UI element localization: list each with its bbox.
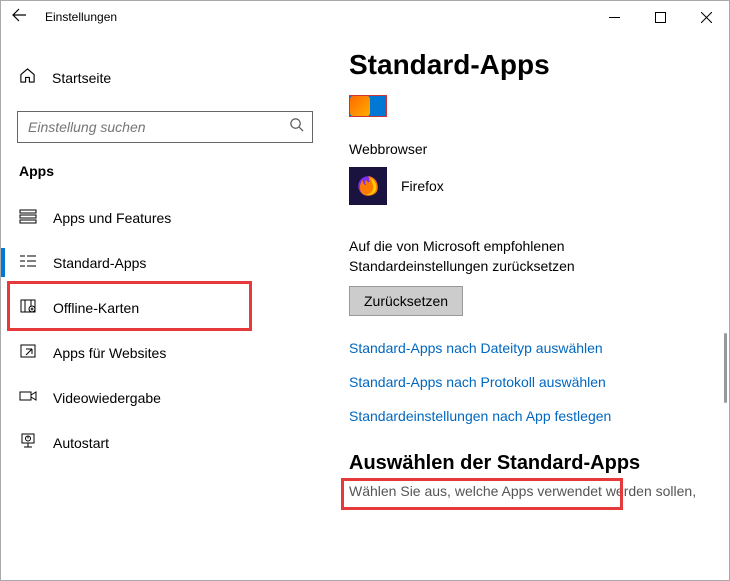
browser-name: Firefox xyxy=(401,178,444,194)
sidebar-item-video-playback[interactable]: Videowiedergabe xyxy=(1,375,329,420)
sidebar-item-apps-websites[interactable]: Apps für Websites xyxy=(1,330,329,375)
firefox-icon xyxy=(349,167,387,205)
sidebar-group-label: Apps xyxy=(19,163,329,179)
reset-description: Auf die von Microsoft empfohlenen Standa… xyxy=(349,237,669,276)
titlebar: Einstellungen xyxy=(1,1,729,33)
scrollbar[interactable] xyxy=(724,333,727,403)
sidebar-item-offline-maps[interactable]: Offline-Karten xyxy=(1,285,329,330)
reset-button[interactable]: Zurücksetzen xyxy=(349,286,463,316)
sidebar-item-label: Standard-Apps xyxy=(53,255,146,271)
back-icon[interactable] xyxy=(11,7,27,28)
default-apps-icon xyxy=(19,252,37,273)
search-icon xyxy=(289,117,304,137)
sidebar: Startseite Apps Apps und Features Standa… xyxy=(1,33,329,580)
sidebar-item-apps-features[interactable]: Apps und Features xyxy=(1,195,329,240)
app-tile-partial[interactable] xyxy=(349,95,387,117)
offline-maps-icon xyxy=(19,297,37,318)
link-by-app[interactable]: Standardeinstellungen nach App festlegen xyxy=(349,408,729,424)
video-icon xyxy=(19,387,37,408)
sidebar-item-autostart[interactable]: Autostart xyxy=(1,420,329,465)
sidebar-item-label: Videowiedergabe xyxy=(53,390,161,406)
window-title: Einstellungen xyxy=(45,10,117,24)
sidebar-home[interactable]: Startseite xyxy=(1,61,329,95)
link-by-protocol[interactable]: Standard-Apps nach Protokoll auswählen xyxy=(349,374,729,390)
apps-websites-icon xyxy=(19,342,37,363)
minimize-button[interactable] xyxy=(591,1,637,33)
maximize-button[interactable] xyxy=(637,1,683,33)
choose-defaults-text: Wählen Sie aus, welche Apps verwendet we… xyxy=(349,483,729,499)
autostart-icon xyxy=(19,432,37,453)
main-content: Standard-Apps Webbrowser Firefox Auf die… xyxy=(329,33,729,580)
sidebar-item-default-apps[interactable]: Standard-Apps xyxy=(1,240,329,285)
sidebar-item-label: Apps und Features xyxy=(53,210,171,226)
close-button[interactable] xyxy=(683,1,729,33)
sidebar-item-label: Autostart xyxy=(53,435,109,451)
search-input[interactable] xyxy=(17,111,313,143)
sidebar-item-label: Offline-Karten xyxy=(53,300,139,316)
sidebar-home-label: Startseite xyxy=(52,70,111,86)
browser-default-row[interactable]: Firefox xyxy=(349,167,729,205)
webbrowser-label: Webbrowser xyxy=(349,141,729,157)
sidebar-item-label: Apps für Websites xyxy=(53,345,166,361)
home-icon xyxy=(19,67,36,89)
choose-defaults-heading: Auswählen der Standard-Apps xyxy=(349,452,729,475)
apps-features-icon xyxy=(19,207,37,228)
page-title: Standard-Apps xyxy=(349,49,729,81)
search-field[interactable] xyxy=(26,118,266,136)
link-by-filetype[interactable]: Standard-Apps nach Dateityp auswählen xyxy=(349,340,729,356)
